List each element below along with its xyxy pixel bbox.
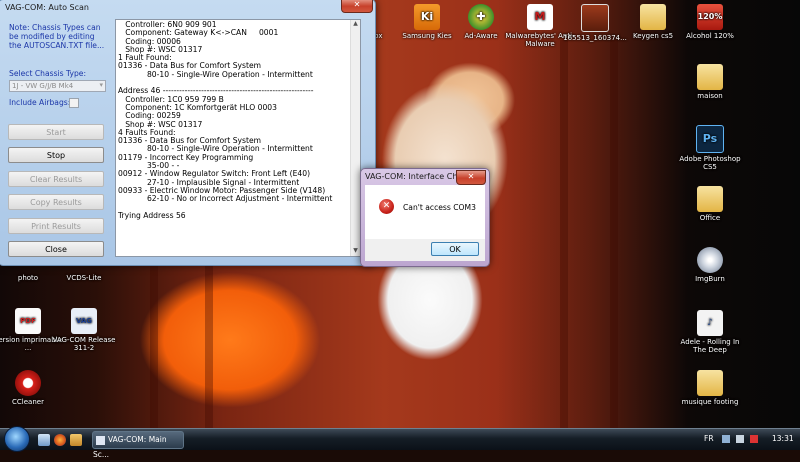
folder-icon [640, 4, 666, 30]
desktop-icon-ccleaner[interactable]: CCleaner [0, 370, 63, 406]
start-orb-icon[interactable] [4, 426, 30, 452]
wallpaper-stripe [610, 40, 618, 428]
image-thumbnail-icon [581, 4, 609, 32]
include-airbags-label: Include Airbags: [9, 98, 71, 107]
results-log[interactable]: Controller: 6N0 909 901 Component: Gatew… [115, 19, 361, 257]
desktop-icon-imgburn[interactable]: ImgBurn [675, 247, 745, 283]
ok-button[interactable]: OK [431, 242, 479, 256]
desktop-icon-adele-mp3[interactable]: ♪ Adele - Rolling In The Deep [675, 310, 745, 354]
desktop-icon-photoshop[interactable]: Ps Adobe Photoshop CS5 [675, 125, 745, 171]
vag-com-icon: VAG [71, 308, 97, 334]
close-icon: ✕ [467, 172, 475, 181]
show-desktop-icon[interactable] [38, 434, 50, 446]
log-line: 80-10 - Single-Wire Operation - Intermit… [118, 69, 313, 79]
log-scrollbar[interactable]: ▲ ▼ [350, 20, 360, 256]
print-results-button[interactable]: Print Results [8, 218, 104, 234]
alcohol-120-icon: 120% [697, 4, 723, 30]
desktop-icon-vag-com[interactable]: VAG VAG-COM Release 311-2 [49, 308, 119, 352]
tray-volume-icon[interactable] [736, 435, 744, 443]
stop-button[interactable]: Stop [8, 147, 104, 163]
autoscan-window: VAG-COM: Auto Scan ✕ Note: Chassis Types… [0, 0, 376, 266]
ad-aware-icon: ✚ [468, 4, 494, 30]
scroll-up-arrow-icon[interactable]: ▲ [351, 20, 360, 29]
copy-results-button[interactable]: Copy Results [8, 194, 104, 210]
log-line: Trying Address 56 [118, 210, 186, 220]
desktop-icon-maison[interactable]: maison [675, 64, 745, 100]
chassis-type-label: Select Chassis Type: [9, 69, 87, 78]
dialog-footer: OK [365, 239, 485, 261]
vag-com-task-icon [96, 435, 105, 445]
log-lines: Controller: 6N0 909 901 Component: Gatew… [118, 20, 350, 220]
error-icon: ✕ [379, 199, 394, 214]
desktop-icon-alcohol[interactable]: 120% Alcohol 120% [675, 4, 745, 40]
photoshop-icon: Ps [696, 125, 724, 153]
tray-network-icon[interactable] [722, 435, 730, 443]
dialog-message: Can't access COM3 [403, 203, 476, 212]
disc-icon [697, 247, 723, 273]
clear-results-button[interactable]: Clear Results [8, 171, 104, 187]
chevron-down-icon: ▾ [99, 81, 103, 89]
desktop-icon-office[interactable]: Office [675, 186, 745, 222]
language-indicator[interactable]: FR [704, 434, 714, 443]
folder-icon [697, 186, 723, 212]
malwarebytes-icon: M [527, 4, 553, 30]
taskbar: VAG-COM: Main Sc... FR 13:31 [0, 426, 800, 459]
window-title: VAG-COM: Auto Scan [5, 3, 89, 12]
taskbar-item-vag-com-main[interactable]: VAG-COM: Main Sc... [92, 431, 184, 459]
samsung-kies-icon: Ki [414, 4, 440, 30]
folder-icon [697, 370, 723, 396]
autoscan-titlebar[interactable]: VAG-COM: Auto Scan [0, 0, 375, 16]
ccleaner-icon [15, 370, 41, 396]
start-button[interactable]: Start [8, 124, 104, 140]
log-line: 62-10 - No or Incorrect Adjustment - Int… [118, 194, 333, 204]
include-airbags-checkbox[interactable] [69, 98, 79, 108]
tray-shield-icon[interactable] [750, 435, 758, 443]
note-text: Note: Chassis Types can be modified by e… [9, 23, 105, 50]
scroll-down-arrow-icon[interactable]: ▼ [351, 247, 360, 256]
desktop-icon-musique-footing[interactable]: musique footing [675, 370, 745, 406]
dialog-close-button[interactable]: ✕ [456, 170, 486, 185]
chassis-type-select[interactable]: 1J - VW G/J/B Mk4 ▾ [9, 80, 106, 92]
clock[interactable]: 13:31 [772, 434, 794, 443]
dialog-body: ✕ Can't access COM3 [365, 185, 485, 239]
folder-icon [697, 64, 723, 90]
close-icon: ✕ [353, 0, 361, 9]
wallpaper-stripe [560, 40, 568, 428]
firefox-icon[interactable] [54, 434, 66, 446]
close-button[interactable]: Close [8, 241, 104, 257]
window-close-button[interactable]: ✕ [341, 0, 373, 13]
interface-check-dialog: VAG-COM: Interface Check ✕ ✕ Can't acces… [360, 168, 490, 267]
pdf-document-icon: PDF [15, 308, 41, 334]
folder-icon[interactable] [70, 434, 82, 446]
mp3-file-icon: ♪ [697, 310, 723, 336]
